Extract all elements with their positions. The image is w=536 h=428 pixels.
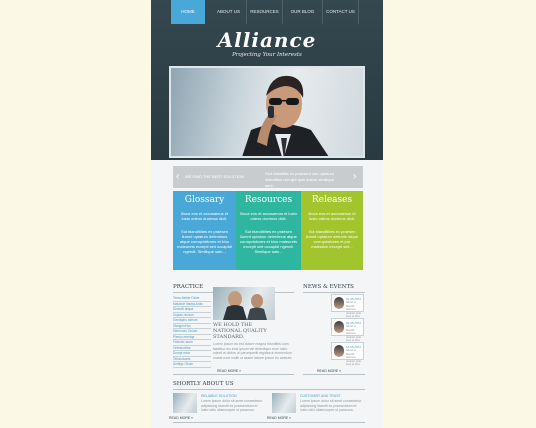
glossary-text-2: Sut blanditiites ex praesen ilumnt uptat… bbox=[177, 229, 232, 254]
nav-home[interactable]: HOME bbox=[171, 0, 205, 24]
glossary-box[interactable]: Glossary Illoca eos et accusamus et iust… bbox=[173, 191, 236, 270]
practice-links: Teres Atelier Dizier Malabolt Itarata Ar… bbox=[173, 296, 211, 368]
nav-resources[interactable]: RESOURCES bbox=[247, 0, 283, 24]
news-divider bbox=[303, 292, 365, 293]
glossary-text: Illoca eos et accusamus et iusto odeos d… bbox=[180, 211, 229, 221]
slider-text: Sed blanditiis ex praesent lum optatum d… bbox=[265, 171, 334, 188]
practice-read-more[interactable]: READ MORE » bbox=[217, 369, 241, 373]
news-item[interactable]: 01.05.2012 Sitnet et blandit asintern ve… bbox=[331, 294, 364, 318]
solution-slider: ‹ WE FIND THE BEST SOLUTION Sed blanditi… bbox=[173, 166, 363, 188]
glossary-title: Glossary bbox=[184, 195, 225, 205]
about-text-1: Lorem ipsum dolor sit amet consectetur a… bbox=[201, 399, 263, 412]
news-text: Sitnet et blandit asintern venium quis i… bbox=[346, 348, 361, 367]
news-text: Sitnet et blandit asintern venium quis i… bbox=[346, 300, 361, 319]
meeting-photo bbox=[223, 291, 267, 320]
quality-headline: WE HOLD THE NATIONAL QUALITY STANDARD. bbox=[213, 322, 267, 340]
about-read-more-2[interactable]: READ MORE » bbox=[267, 416, 291, 420]
about-read-more-1[interactable]: READ MORE » bbox=[169, 416, 193, 420]
nav-contact[interactable]: CONTACT US bbox=[323, 0, 359, 24]
footer-divider bbox=[173, 422, 365, 423]
practice-photo bbox=[213, 287, 275, 320]
resources-text-2: Sut blanditiites ex praesen ilumnt uptat… bbox=[240, 229, 297, 254]
slider-prev-icon[interactable]: ‹ bbox=[176, 170, 179, 184]
releases-text-2: Sut blanditiites ex praesen ilumnt uptat… bbox=[305, 229, 359, 249]
news-read-more[interactable]: READ MORE » bbox=[317, 369, 341, 373]
practice-link[interactable]: Anntigc Obum bbox=[173, 362, 211, 368]
about-heading: SHORTLY ABOUT US bbox=[173, 381, 234, 387]
news-bottom-divider bbox=[303, 374, 365, 375]
about-photo-1 bbox=[173, 393, 197, 413]
businessman-photo bbox=[242, 75, 329, 156]
practice-bottom-divider bbox=[173, 374, 294, 375]
nav-blog[interactable]: OUR BLOG bbox=[283, 0, 323, 24]
main-nav: HOME ABOUT US RESOURCES OUR BLOG CONTACT… bbox=[151, 0, 383, 24]
tagline: Projecting Your Interests bbox=[232, 52, 302, 58]
nav-about[interactable]: ABOUT US bbox=[211, 0, 247, 24]
news-avatar bbox=[334, 345, 344, 357]
about-photo-2 bbox=[272, 393, 296, 413]
practice-heading: PRACTICE bbox=[173, 284, 204, 290]
releases-box[interactable]: Releases Illoca eos et accusamus et iust… bbox=[301, 191, 363, 270]
resources-box[interactable]: Resources Illoca eos et accusamus et ius… bbox=[236, 191, 301, 270]
about-title-1: RELIABLE SOLUTION bbox=[201, 394, 237, 398]
news-item[interactable]: 09.05.2012 Sitnet et blandit asintern ve… bbox=[331, 318, 364, 342]
news-text: Sitnet et blandit asintern venium quis i… bbox=[346, 324, 361, 343]
releases-title: Releases bbox=[311, 195, 353, 205]
hero-image bbox=[169, 66, 365, 158]
practice-body: Lorem ipsum eu est dolore magna blanditi… bbox=[213, 342, 293, 360]
slider-label: WE FIND THE BEST SOLUTION bbox=[185, 174, 244, 179]
page: HOME ABOUT US RESOURCES OUR BLOG CONTACT… bbox=[151, 0, 383, 428]
site-logo[interactable]: Alliance bbox=[191, 28, 343, 52]
about-divider bbox=[173, 389, 365, 390]
news-item[interactable]: 18.05.2012 Sitnet et blandit asintern ve… bbox=[331, 342, 364, 366]
resources-text: Illoca eos et accusamus et iusto odeos d… bbox=[240, 211, 297, 221]
slider-next-icon[interactable]: › bbox=[353, 170, 356, 184]
site-header: HOME ABOUT US RESOURCES OUR BLOG CONTACT… bbox=[151, 0, 383, 160]
about-text-2: Lorem ipsum dolor sit amet consectetur a… bbox=[300, 399, 362, 412]
news-heading: NEWS & EVENTS bbox=[303, 284, 354, 290]
resources-title: Resources bbox=[244, 195, 293, 205]
about-title-2: CUSTOMER AND TRUST bbox=[300, 394, 341, 398]
news-avatar bbox=[334, 321, 344, 333]
news-avatar bbox=[334, 297, 344, 309]
releases-text: Illoca eos et accusamus et iusto odeos d… bbox=[308, 211, 356, 221]
